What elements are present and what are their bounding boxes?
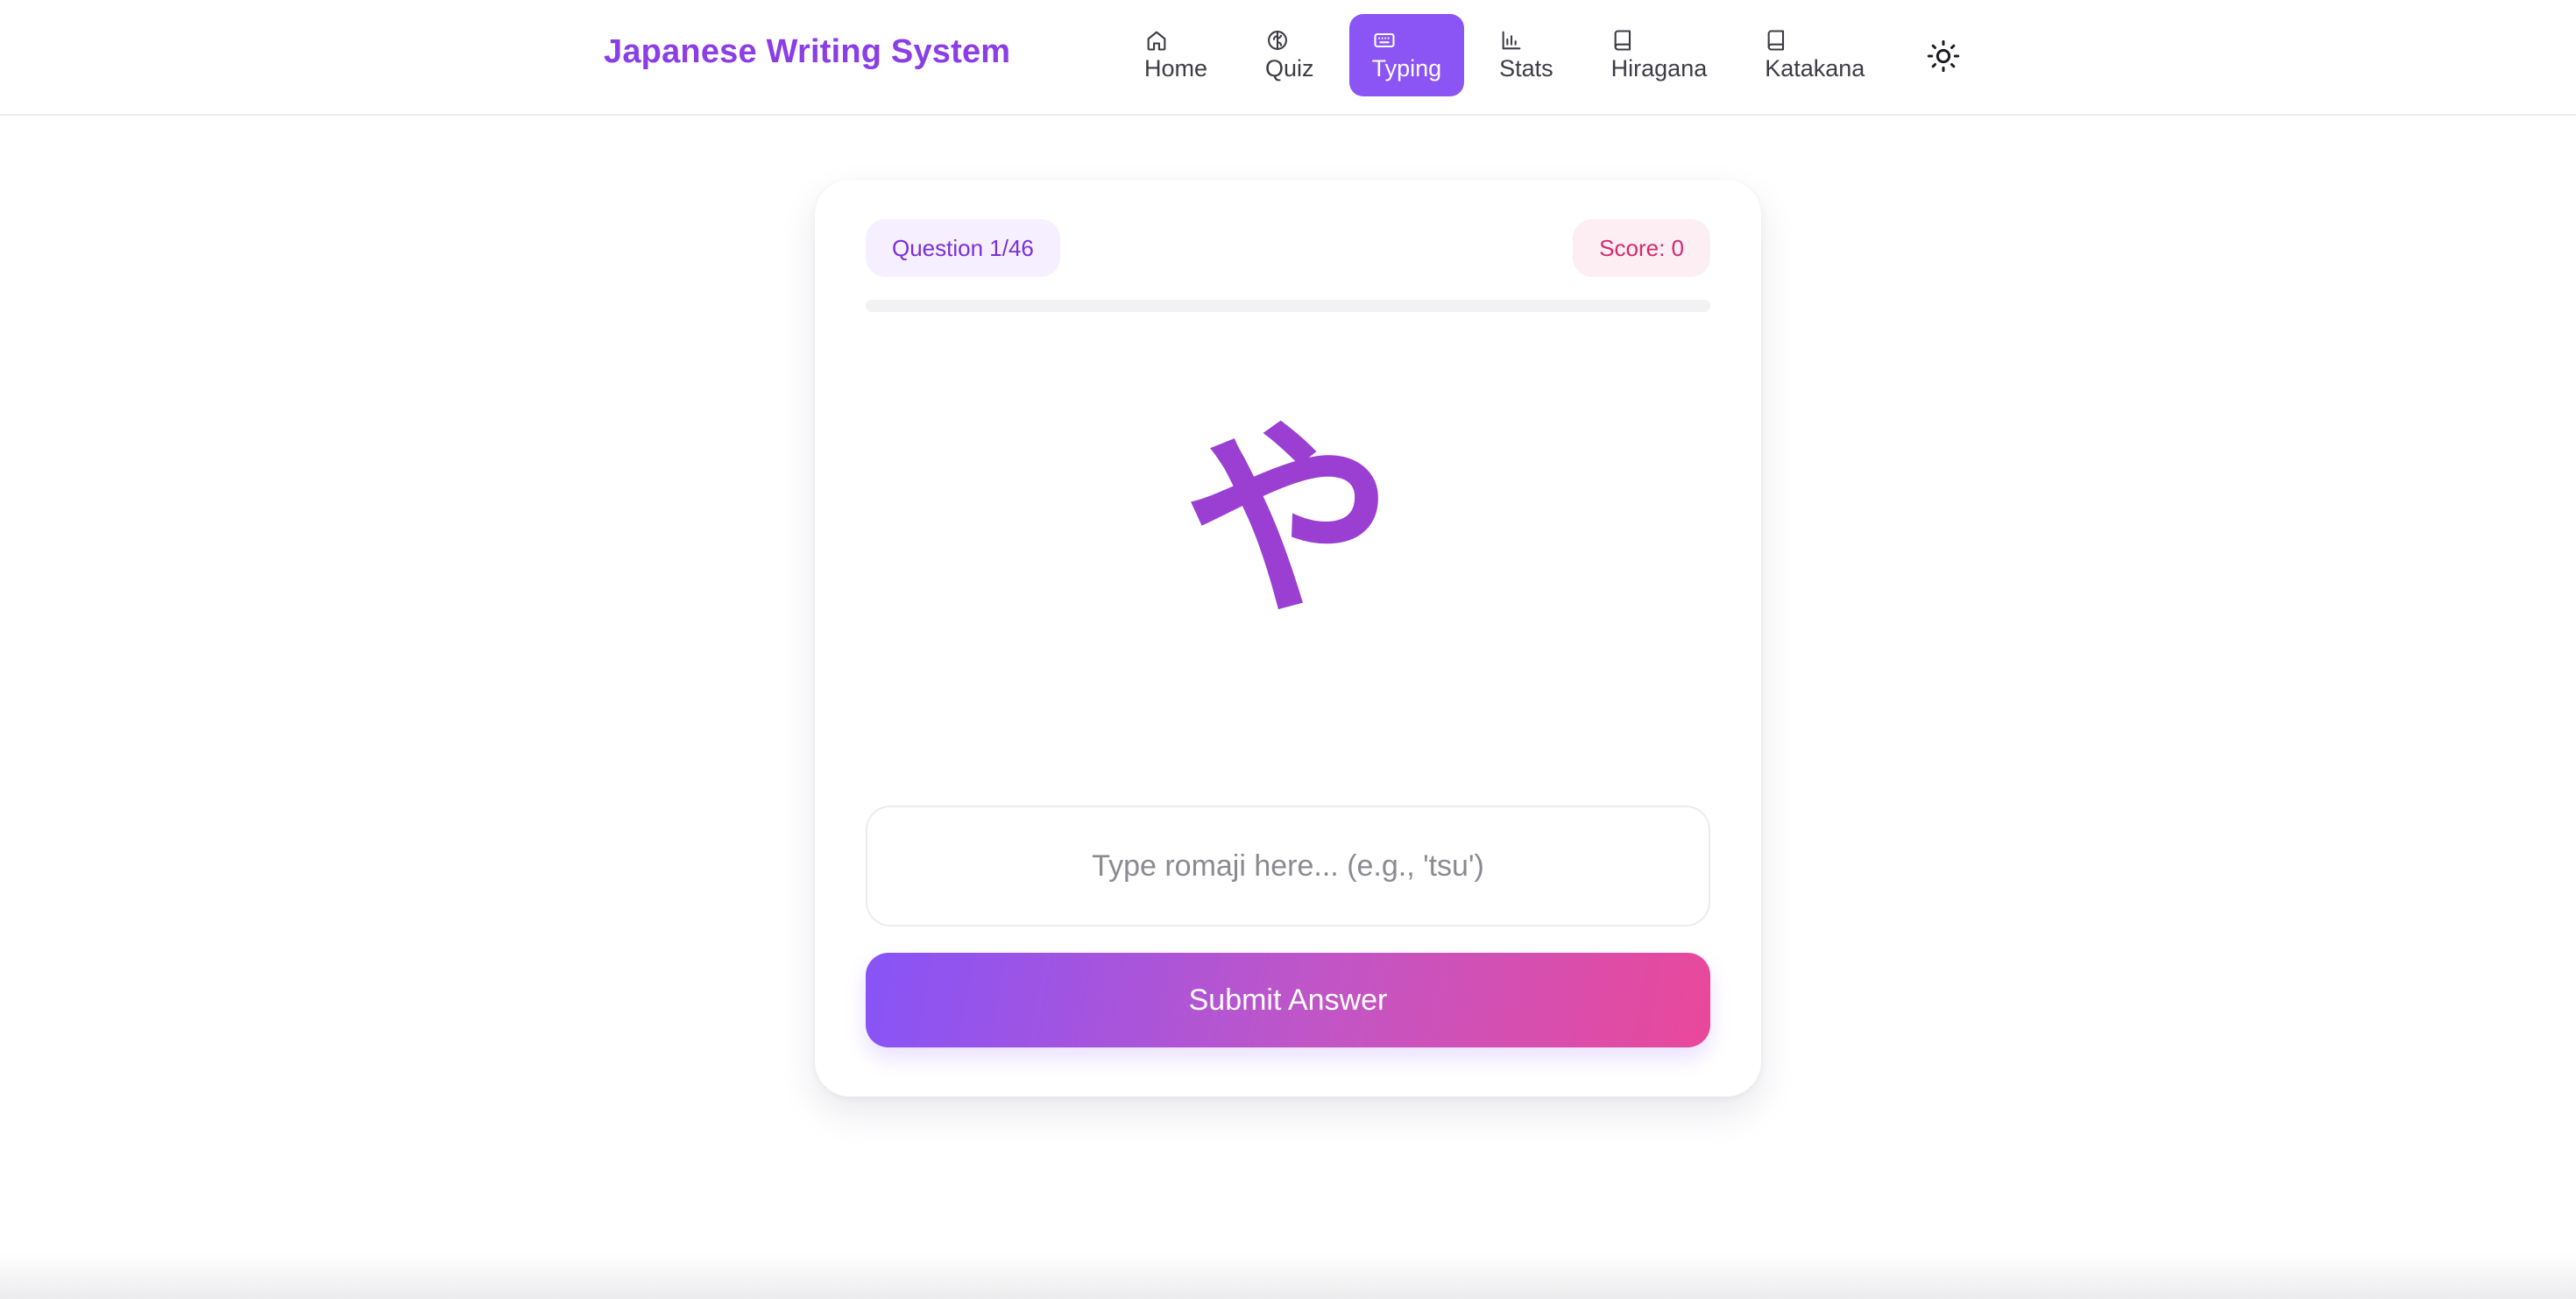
brain-icon — [1265, 28, 1290, 53]
score-badge: Score: 0 — [1573, 219, 1710, 277]
nav-katakana-label: Katakana — [1765, 55, 1865, 82]
nav-home[interactable]: Home — [1122, 14, 1230, 96]
page-bottom-edge — [0, 1253, 2576, 1299]
nav-hiragana-label: Hiragana — [1610, 55, 1708, 82]
nav-hiragana[interactable]: Hiragana — [1589, 14, 1730, 96]
nav-quiz-label: Quiz — [1265, 55, 1314, 82]
progress-bar — [866, 300, 1710, 312]
home-icon — [1144, 28, 1169, 53]
nav-stats[interactable]: Stats — [1476, 14, 1576, 96]
question-counter-badge: Question 1/46 — [866, 219, 1060, 277]
theme-toggle-button[interactable] — [1926, 39, 1961, 74]
sun-icon — [1926, 39, 1961, 74]
book-icon — [1765, 28, 1789, 53]
keyboard-icon — [1372, 28, 1397, 53]
nav-quiz[interactable]: Quiz — [1242, 14, 1337, 96]
nav-stats-label: Stats — [1499, 55, 1553, 82]
romaji-answer-input[interactable] — [866, 806, 1710, 926]
bar-chart-icon — [1499, 28, 1524, 53]
book-icon — [1611, 28, 1636, 53]
submit-answer-button[interactable]: Submit Answer — [866, 953, 1710, 1047]
app-title[interactable]: Japanese Writing System — [604, 33, 1010, 71]
main-nav: Home Quiz Typing Stats Hiragana Katakana — [1122, 14, 1887, 96]
nav-katakana[interactable]: Katakana — [1742, 14, 1887, 96]
kana-character: や — [1182, 399, 1393, 644]
nav-typing[interactable]: Typing — [1348, 14, 1465, 96]
nav-home-label: Home — [1144, 55, 1208, 82]
top-navbar: Japanese Writing System Home Quiz Typing… — [0, 0, 2576, 116]
nav-typing-label: Typing — [1371, 55, 1442, 82]
typing-quiz-card: Question 1/46 Score: 0 や Submit Answer — [815, 180, 1761, 1097]
